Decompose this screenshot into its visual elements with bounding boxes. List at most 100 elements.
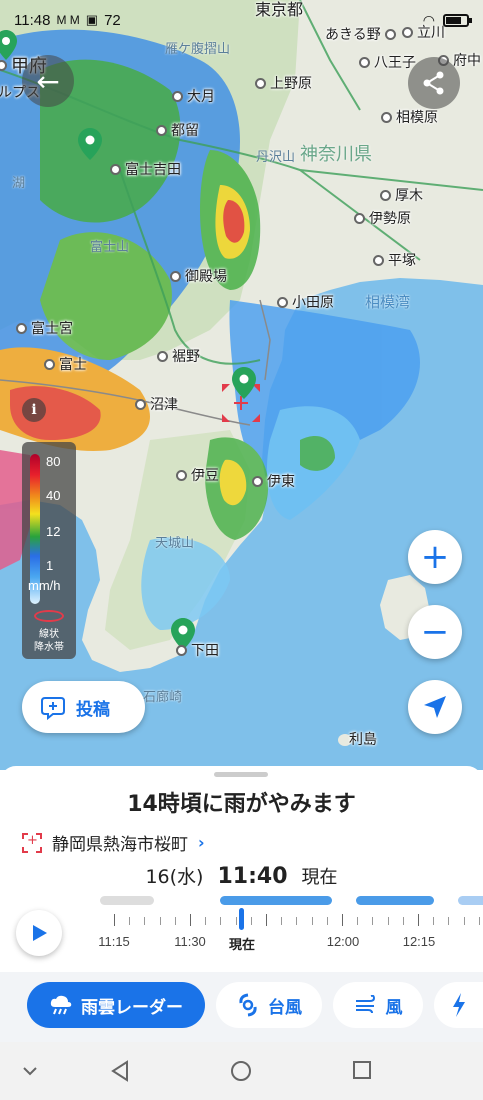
timeline-tick bbox=[266, 914, 267, 926]
linear-rainband-icon bbox=[34, 610, 64, 622]
post-button[interactable]: 投稿 bbox=[22, 681, 145, 733]
post-bubble-icon bbox=[41, 697, 65, 720]
sea-label: 相模湾 bbox=[365, 293, 411, 311]
legend-band-label: 降水帯 bbox=[34, 642, 64, 653]
temperature: 72 bbox=[104, 11, 121, 29]
place-odawara[interactable]: 小田原 bbox=[277, 292, 334, 312]
timeline-tick bbox=[372, 917, 374, 925]
clock: 11:48 bbox=[14, 11, 51, 29]
timeline-tick bbox=[357, 917, 359, 925]
timeline-tick bbox=[114, 914, 115, 926]
place-tsuru[interactable]: 都留 bbox=[156, 120, 199, 140]
timeline-tick bbox=[174, 917, 176, 925]
place-susono[interactable]: 裾野 bbox=[157, 346, 200, 366]
typhoon-icon bbox=[239, 993, 257, 1017]
rain-forecast-headline: 14時頃に雨がやみます bbox=[127, 792, 356, 817]
tab-label: 台風 bbox=[268, 997, 302, 1018]
arrow-left-icon: ← bbox=[36, 64, 60, 98]
timeline-tick bbox=[235, 917, 237, 925]
timeline-label-current: 現在 bbox=[228, 937, 256, 952]
play-button[interactable] bbox=[16, 910, 62, 956]
mountain-label: 丹沢山 bbox=[256, 150, 296, 165]
navigation-arrow-icon bbox=[424, 696, 446, 718]
feature-tab-bar: 雨雲レーダー 台風 風 bbox=[0, 972, 483, 1042]
mountain-label: 石廊崎 bbox=[143, 690, 183, 705]
home-circle-icon[interactable] bbox=[230, 1060, 252, 1082]
timeline-tick bbox=[402, 917, 404, 925]
tab-wind[interactable]: 風 bbox=[333, 982, 423, 1028]
photo-icon: ▣ bbox=[85, 12, 99, 27]
notification-icons: M M bbox=[56, 13, 80, 27]
sheet-drag-handle[interactable] bbox=[214, 772, 268, 777]
rain-radar-map[interactable]: 神奈川県 東京都 ルプス 雁ケ腹摺山 丹沢山 富士山 天城山 石廊崎 湖 相模湾… bbox=[0, 0, 483, 770]
place-fujiyoshida[interactable]: 富士吉田 bbox=[110, 159, 181, 179]
lake-label: 湖 bbox=[12, 176, 26, 191]
timeline-tick bbox=[311, 917, 313, 925]
timeline-tick bbox=[342, 914, 343, 926]
tab-typhoon[interactable]: 台風 bbox=[216, 982, 322, 1028]
past-range-bar bbox=[100, 896, 154, 905]
timeline-tick bbox=[159, 917, 161, 925]
info-button[interactable]: i bbox=[22, 398, 46, 422]
place-izu[interactable]: 伊豆 bbox=[176, 465, 219, 485]
timeline-tick bbox=[281, 917, 283, 925]
share-button[interactable] bbox=[408, 57, 460, 109]
timeline-label: 11:30 bbox=[174, 934, 206, 949]
recents-square-icon[interactable] bbox=[352, 1060, 372, 1080]
back-triangle-icon[interactable] bbox=[110, 1060, 130, 1082]
tab-label: 雨雲レーダー bbox=[81, 997, 183, 1018]
lightning-icon bbox=[452, 993, 465, 1017]
legend-band-label: 線状 bbox=[39, 629, 59, 640]
timeline-cursor[interactable] bbox=[239, 908, 244, 930]
plus-icon: + bbox=[420, 537, 450, 577]
location-name: 静岡県熱海市桜町 bbox=[52, 835, 188, 855]
timeline-tick bbox=[433, 917, 435, 925]
place-otsuki[interactable]: 大月 bbox=[172, 86, 215, 106]
mountain-label: 雁ケ腹摺山 bbox=[165, 42, 231, 57]
place-atsugi[interactable]: 厚木 bbox=[380, 185, 423, 205]
timeline-tick bbox=[296, 917, 298, 925]
place-shimoda[interactable]: 下田 bbox=[176, 640, 219, 660]
status-bar: 11:48 M M ▣ 72 ◠ bbox=[0, 0, 483, 40]
timeline-tick bbox=[129, 917, 131, 925]
place-toshima[interactable]: 利島 bbox=[341, 729, 377, 749]
location-target-icon bbox=[22, 832, 42, 853]
chevron-right-icon: › bbox=[198, 833, 205, 852]
place-uenohara[interactable]: 上野原 bbox=[255, 73, 312, 93]
place-isehara[interactable]: 伊勢原 bbox=[354, 208, 411, 228]
timeline-tick bbox=[326, 917, 328, 925]
place-fujinomiya[interactable]: 富士宮 bbox=[16, 318, 73, 338]
timeline-tick bbox=[478, 917, 480, 925]
minus-icon: − bbox=[420, 612, 450, 652]
place-hiratsuka[interactable]: 平塚 bbox=[373, 250, 416, 270]
place-ito[interactable]: 伊東 bbox=[252, 471, 295, 491]
zoom-in-button[interactable]: + bbox=[408, 530, 462, 584]
tab-rain-radar[interactable]: 雨雲レーダー bbox=[27, 982, 205, 1028]
battery-icon bbox=[443, 13, 472, 27]
location-selector[interactable]: 静岡県熱海市桜町 › bbox=[22, 830, 205, 855]
timeline-tick bbox=[463, 917, 465, 925]
place-numazu[interactable]: 沼津 bbox=[135, 394, 178, 414]
place-fuji[interactable]: 富士 bbox=[44, 354, 87, 374]
legend-level: 12 bbox=[46, 524, 61, 539]
time-slider[interactable]: 11:15 11:30 現在 12:00 12:15 bbox=[88, 892, 483, 954]
back-button[interactable]: ← bbox=[22, 55, 74, 107]
timeline-tick bbox=[250, 917, 252, 925]
wind-icon bbox=[355, 995, 375, 1014]
place-gotemba[interactable]: 御殿場 bbox=[170, 266, 227, 286]
zoom-out-button[interactable]: − bbox=[408, 605, 462, 659]
mountain-label: 天城山 bbox=[155, 536, 195, 551]
tab-label: 風 bbox=[385, 997, 403, 1018]
map-pin-icon[interactable] bbox=[232, 367, 256, 399]
place-sagamihara[interactable]: 相模原 bbox=[381, 107, 438, 127]
forecast-range-bar bbox=[356, 896, 434, 905]
timeline-tick bbox=[220, 917, 222, 925]
timeline-tick bbox=[387, 917, 389, 925]
my-location-button[interactable] bbox=[408, 680, 462, 734]
tab-lightning[interactable] bbox=[434, 982, 483, 1028]
timeline-tick bbox=[448, 917, 450, 925]
prefecture-label: 神奈川県 bbox=[300, 144, 372, 165]
map-pin-icon[interactable] bbox=[78, 128, 102, 160]
chevron-down-icon[interactable] bbox=[22, 1066, 38, 1076]
place-hachioji[interactable]: 八王子 bbox=[359, 52, 416, 72]
